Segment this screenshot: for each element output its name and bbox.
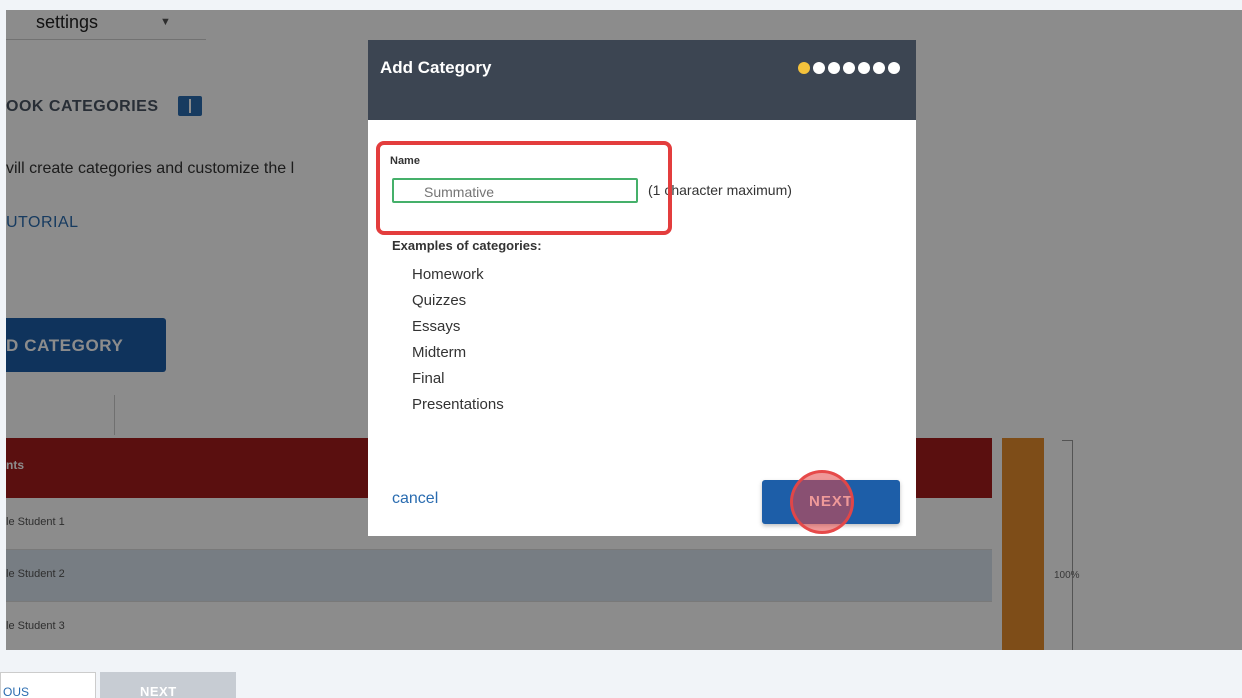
step-dot [813,62,825,74]
step-dot [873,62,885,74]
add-category-dialog: Add Category Name (1 character maximum) … [368,40,916,536]
list-item: Essays [412,318,461,335]
dialog-title: Add Category [380,58,492,77]
click-indicator [790,470,854,534]
list-item: Quizzes [412,292,467,309]
step-dot [888,62,900,74]
step-dot [858,62,870,74]
step-dot [843,62,855,74]
footer-next-button[interactable]: NEXT [100,672,236,698]
dialog-header: Add Category [368,40,916,120]
app-window: settings ▼ OOK CATEGORIES vill create ca… [6,10,1242,650]
list-item: Final [412,370,445,387]
screen-frame: settings ▼ OOK CATEGORIES vill create ca… [0,0,1242,698]
list-item: Midterm [412,344,467,361]
list-item: Homework [412,266,484,283]
cancel-link[interactable]: cancel [392,490,438,508]
step-progress-dots [798,62,900,74]
step-dot-active [798,62,810,74]
step-dot [828,62,840,74]
list-item: Presentations [412,396,504,413]
tutorial-highlight-box [376,141,672,235]
examples-title: Examples of categories: [392,238,542,253]
examples-list: Homework Quizzes Essays Midterm Final Pr… [412,262,504,418]
previous-button[interactable]: OUS [0,672,96,698]
